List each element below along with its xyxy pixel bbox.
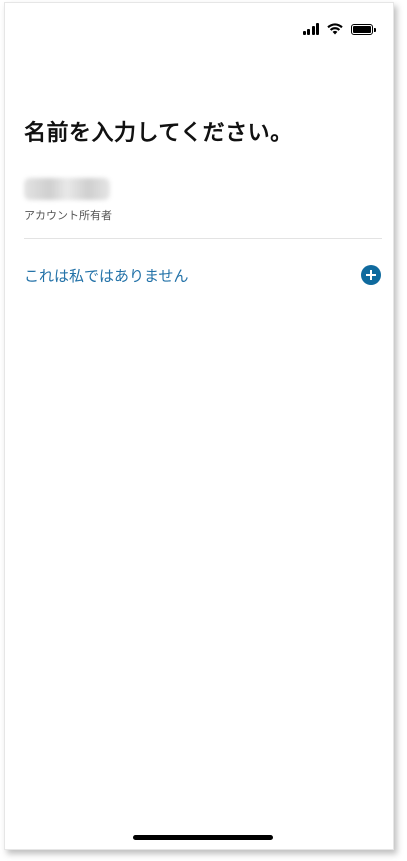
owner-name-blurred bbox=[24, 178, 110, 200]
status-bar bbox=[302, 21, 376, 37]
not-me-button[interactable]: これは私ではありません bbox=[24, 261, 382, 289]
wifi-icon bbox=[327, 23, 343, 35]
not-me-label: これは私ではありません bbox=[24, 266, 189, 285]
owner-label: アカウント所有者 bbox=[24, 209, 112, 222]
page-title: 名前を入力してください。 bbox=[24, 121, 293, 146]
cellular-signal-icon bbox=[302, 23, 319, 35]
phone-screen: 名前を入力してください。 アカウント所有者 これは私ではありません bbox=[4, 2, 394, 850]
home-indicator[interactable] bbox=[133, 835, 273, 840]
divider bbox=[24, 238, 382, 239]
battery-icon bbox=[351, 23, 376, 35]
screen: 名前を入力してください。 アカウント所有者 これは私ではありません bbox=[0, 0, 407, 861]
plus-circle-icon[interactable] bbox=[361, 265, 381, 285]
